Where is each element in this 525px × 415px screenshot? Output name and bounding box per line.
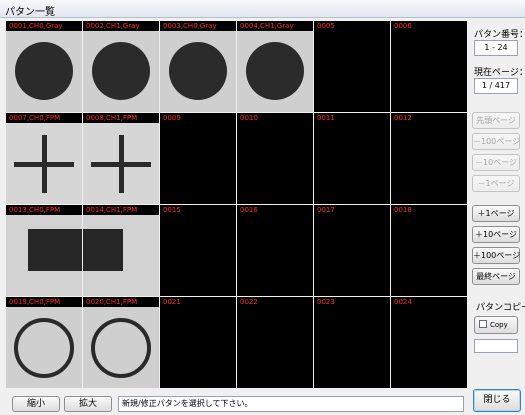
pattern-cell[interactable]: 0016	[237, 205, 313, 296]
circle-pattern-thumbnail	[160, 31, 236, 112]
pattern-cell-label: 0015	[163, 206, 181, 214]
pattern-cell-label: 0013,CH0,FPM	[9, 206, 61, 214]
pattern-cell[interactable]: 0012	[391, 113, 467, 204]
pattern-cell-label: 0017	[317, 206, 335, 214]
minus-100-page-button[interactable]: －100ページ	[472, 133, 520, 150]
window-title: パタン一覧	[5, 7, 55, 18]
plus-10-page-button[interactable]: ＋10ページ	[472, 226, 520, 243]
pattern-cell-label: 0014,CH1,FPM	[86, 206, 138, 214]
pattern-cell[interactable]: 0011	[314, 113, 390, 204]
checkbox-icon[interactable]	[479, 320, 487, 328]
pattern-cell[interactable]: 0006	[391, 21, 467, 112]
current-page-value: 1 / 417	[474, 78, 518, 94]
enlarge-button[interactable]: 拡大	[64, 396, 112, 412]
copy-target-field[interactable]	[474, 339, 518, 353]
pattern-number-value: 1 - 24	[474, 40, 518, 56]
pattern-cell[interactable]: 0005	[314, 21, 390, 112]
square-pattern-thumbnail	[83, 215, 159, 296]
pattern-cell-label: 0001,CH0,Gray	[9, 22, 63, 30]
pattern-cell-label: 0005	[317, 22, 335, 30]
title-bar: パタン一覧	[0, 0, 525, 18]
pattern-cell[interactable]: 0023	[314, 297, 390, 388]
pattern-cell-label: 0022	[240, 298, 258, 306]
pattern-cell-label: 0011	[317, 114, 335, 122]
pattern-cell[interactable]: 0004,CH1,Gray	[237, 21, 313, 112]
last-page-button[interactable]: 最終ページ	[472, 268, 520, 285]
pattern-cell-label: 0019,CH0,FPM	[9, 298, 61, 306]
pattern-cell-label: 0009	[163, 114, 181, 122]
pattern-cell-label: 0020,CH1,FPM	[86, 298, 138, 306]
pattern-cell[interactable]: 0010	[237, 113, 313, 204]
pattern-cell[interactable]: 0019,CH0,FPM	[6, 297, 82, 388]
plus-100-page-button[interactable]: ＋100ページ	[472, 247, 520, 264]
pattern-cell[interactable]: 0013,CH0,FPM	[6, 205, 82, 296]
pattern-cell[interactable]: 0002,CH1,Gray	[83, 21, 159, 112]
pattern-cell-label: 0021	[163, 298, 181, 306]
pattern-cell-label: 0004,CH1,Gray	[240, 22, 294, 30]
current-page-label: 現在ページ：	[474, 68, 525, 78]
pattern-cell[interactable]: 0007,CH0,FPM	[6, 113, 82, 204]
status-message: 新規/修正パタンを選択して下さい。	[118, 396, 464, 412]
pattern-cell[interactable]: 0009	[160, 113, 236, 204]
pattern-cell[interactable]: 0021	[160, 297, 236, 388]
pattern-cell[interactable]: 0014,CH1,FPM	[83, 205, 159, 296]
pattern-cell[interactable]: 0020,CH1,FPM	[83, 297, 159, 388]
plus-1-page-button[interactable]: ＋1ページ	[472, 205, 520, 222]
pattern-cell[interactable]: 0001,CH0,Gray	[6, 21, 82, 112]
pattern-cell[interactable]: 0003,CH0,Gray	[160, 21, 236, 112]
close-button[interactable]: 閉じる	[473, 389, 521, 412]
pattern-number-label: パタン番号：	[474, 30, 525, 40]
pattern-cell-label: 0006	[394, 22, 412, 30]
pattern-cell-label: 0007,CH0,FPM	[9, 114, 61, 122]
pattern-cell[interactable]: 0024	[391, 297, 467, 388]
pattern-cell-label: 0008,CH1,FPM	[86, 114, 138, 122]
pattern-cell-label: 0002,CH1,Gray	[86, 22, 140, 30]
circle-pattern-thumbnail	[83, 31, 159, 112]
pattern-cell-label: 0003,CH0,Gray	[163, 22, 217, 30]
cross-pattern-thumbnail	[83, 123, 159, 204]
pattern-cell[interactable]: 0008,CH1,FPM	[83, 113, 159, 204]
circle-pattern-thumbnail	[6, 31, 82, 112]
circle-pattern-thumbnail	[237, 31, 313, 112]
pattern-cell[interactable]: 0022	[237, 297, 313, 388]
first-page-button[interactable]: 先頭ページ	[472, 112, 520, 129]
pattern-cell[interactable]: 0017	[314, 205, 390, 296]
square-pattern-thumbnail	[6, 215, 82, 296]
cross-pattern-thumbnail	[6, 123, 82, 204]
shrink-button[interactable]: 縮小	[12, 396, 60, 412]
minus-1-page-button[interactable]: －1ページ	[472, 175, 520, 192]
minus-10-page-button[interactable]: －10ページ	[472, 154, 520, 171]
pattern-cell-label: 0023	[317, 298, 335, 306]
ring-pattern-thumbnail	[6, 307, 82, 388]
pattern-cell-label: 0010	[240, 114, 258, 122]
ring-pattern-thumbnail	[83, 307, 159, 388]
pattern-cell[interactable]: 0015	[160, 205, 236, 296]
pattern-copy-label: パタンコピー	[476, 303, 525, 313]
copy-checkbox-label: Copy	[490, 321, 508, 329]
pattern-cell-label: 0012	[394, 114, 412, 122]
copy-checkbox[interactable]: Copy	[474, 316, 518, 334]
pattern-cell[interactable]: 0018	[391, 205, 467, 296]
pattern-cell-label: 0016	[240, 206, 258, 214]
pattern-grid: 0001,CH0,Gray 0002,CH1,Gray 0003,CH0,Gray 0…	[6, 21, 467, 388]
pattern-cell-label: 0024	[394, 298, 412, 306]
pattern-cell-label: 0018	[394, 206, 412, 214]
